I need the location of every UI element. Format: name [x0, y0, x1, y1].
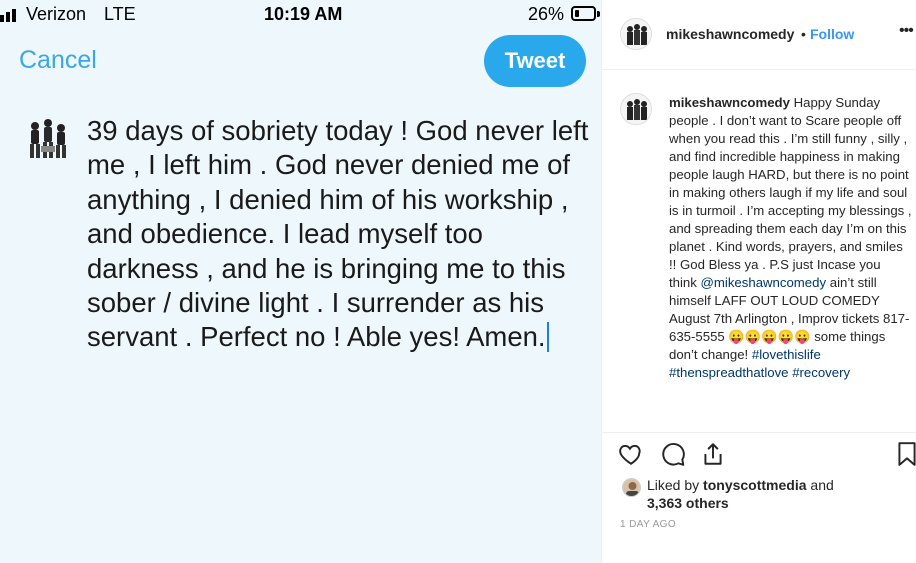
battery-nub — [597, 11, 600, 17]
battery-icon — [571, 6, 596, 21]
post-header: mikeshawncomedy • Follow ••• — [602, 0, 916, 70]
caption-text-1: Happy Sunday people . I don’t want to Sc… — [669, 95, 912, 290]
status-bar: Verizon LTE 10:19 AM 26% — [0, 0, 601, 30]
caption-username[interactable]: mikeshawncomedy — [669, 95, 790, 110]
text-cursor — [546, 322, 549, 353]
network-type: LTE — [104, 4, 136, 24]
status-time: 10:19 AM — [264, 4, 343, 24]
hashtag-lovethislife[interactable]: #lovethislife — [752, 347, 821, 362]
hashtag-thenspreadthatlove[interactable]: #thenspreadthatlove — [669, 365, 789, 380]
tweet-button[interactable]: Tweet — [484, 35, 586, 87]
hashtag-recovery[interactable]: #recovery — [792, 365, 850, 380]
section-divider — [602, 432, 916, 433]
bookmark-icon[interactable] — [896, 441, 916, 467]
liker-avatar[interactable] — [622, 478, 641, 497]
battery-fill — [575, 10, 579, 17]
post-caption: mikeshawncomedy Happy Sunday people . I … — [669, 94, 912, 382]
profile-avatar — [25, 116, 71, 162]
caption-mention[interactable]: @mikeshawncomedy — [701, 275, 827, 290]
comment-icon[interactable] — [660, 441, 686, 467]
instagram-post-panel: mikeshawncomedy • Follow ••• mikeshawnco… — [601, 0, 916, 563]
tweet-text: 39 days of sobriety today ! God never le… — [87, 115, 589, 353]
post-actions — [618, 441, 916, 471]
screenshot-root: Verizon LTE 10:19 AM 26% Cancel Tweet 39… — [0, 0, 916, 563]
likes-others[interactable]: 3,363 others — [647, 495, 729, 511]
share-icon[interactable] — [700, 441, 726, 467]
likes-prefix: Liked by — [647, 477, 700, 493]
post-timestamp: 1 DAY AGO — [620, 519, 677, 530]
caption-emoji: 😛😛😛😛😛 — [728, 329, 811, 344]
separator-dot: • — [801, 26, 806, 42]
author-username[interactable]: mikeshawncomedy — [666, 26, 794, 42]
tweet-compose-screenshot: Verizon LTE 10:19 AM 26% Cancel Tweet 39… — [0, 0, 601, 563]
likes-summary: Liked by tonyscottmedia and 3,363 others — [647, 476, 897, 512]
author-avatar[interactable] — [620, 18, 652, 50]
tweet-text-field[interactable]: 39 days of sobriety today ! God never le… — [87, 114, 592, 355]
battery-percent: 26% — [528, 4, 565, 24]
caption-avatar[interactable] — [620, 93, 652, 125]
follow-button[interactable]: Follow — [810, 26, 854, 42]
heart-icon[interactable] — [618, 441, 644, 467]
liker-username[interactable]: tonyscottmedia — [703, 477, 806, 493]
more-horizontal-icon[interactable]: ••• — [899, 22, 914, 40]
tweet-button-label: Tweet — [504, 48, 566, 73]
likes-and: and — [810, 477, 834, 493]
carrier-name: Verizon — [26, 4, 87, 24]
cancel-button[interactable]: Cancel — [19, 46, 97, 75]
signal-icon — [0, 9, 16, 22]
